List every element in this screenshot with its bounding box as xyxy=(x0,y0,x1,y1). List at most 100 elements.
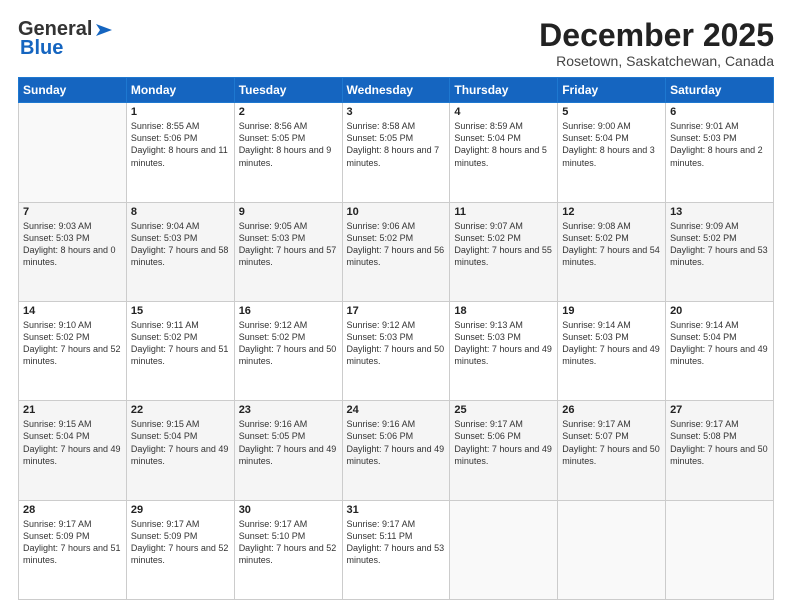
day-number: 6 xyxy=(670,106,769,118)
day-info: Sunrise: 9:05 AMSunset: 5:03 PMDaylight:… xyxy=(239,220,338,269)
day-info: Sunrise: 9:04 AMSunset: 5:03 PMDaylight:… xyxy=(131,220,230,269)
day-info: Sunrise: 9:00 AMSunset: 5:04 PMDaylight:… xyxy=(562,120,661,169)
day-number: 18 xyxy=(454,305,553,317)
day-number: 29 xyxy=(131,504,230,516)
table-row: 11 Sunrise: 9:07 AMSunset: 5:02 PMDayligh… xyxy=(450,202,558,301)
day-number: 2 xyxy=(239,106,338,118)
table-row: 31 Sunrise: 9:17 AMSunset: 5:11 PMDayligh… xyxy=(342,500,450,599)
logo-blue: Blue xyxy=(20,37,63,60)
day-number: 17 xyxy=(347,305,446,317)
col-friday: Friday xyxy=(558,78,666,103)
table-row: 26Sunrise: 9:17 AMSunset: 5:07 PMDayligh… xyxy=(558,401,666,500)
col-sunday: Sunday xyxy=(19,78,127,103)
table-row: 10 Sunrise: 9:06 AMSunset: 5:02 PMDayligh… xyxy=(342,202,450,301)
table-row: 6 Sunrise: 9:01 AMSunset: 5:03 PMDaylight… xyxy=(666,103,774,202)
day-info: Sunrise: 9:09 AMSunset: 5:02 PMDaylight:… xyxy=(670,220,769,269)
logo: General Blue xyxy=(18,18,116,60)
logo-arrow-icon xyxy=(92,20,116,40)
day-info: Sunrise: 9:10 AMSunset: 5:02 PMDaylight:… xyxy=(23,319,122,368)
day-number: 16 xyxy=(239,305,338,317)
day-number: 15 xyxy=(131,305,230,317)
day-number: 11 xyxy=(454,206,553,218)
table-row: 18 Sunrise: 9:13 AMSunset: 5:03 PMDayligh… xyxy=(450,301,558,400)
day-info: Sunrise: 9:14 AMSunset: 5:04 PMDaylight:… xyxy=(670,319,769,368)
table-row: 9 Sunrise: 9:05 AMSunset: 5:03 PMDaylight… xyxy=(234,202,342,301)
day-info: Sunrise: 9:17 AMSunset: 5:09 PMDaylight:… xyxy=(23,518,122,567)
day-info: Sunrise: 9:16 AMSunset: 5:06 PMDaylight:… xyxy=(347,418,446,467)
table-row: 17 Sunrise: 9:12 AMSunset: 5:03 PMDayligh… xyxy=(342,301,450,400)
table-row: 1Sunrise: 8:55 AMSunset: 5:06 PMDaylight… xyxy=(126,103,234,202)
day-number: 12 xyxy=(562,206,661,218)
month-title: December 2025 xyxy=(539,18,774,53)
table-row: 22 Sunrise: 9:15 AMSunset: 5:04 PMDayligh… xyxy=(126,401,234,500)
table-row: 5 Sunrise: 9:00 AMSunset: 5:04 PMDaylight… xyxy=(558,103,666,202)
location-subtitle: Rosetown, Saskatchewan, Canada xyxy=(539,53,774,69)
day-info: Sunrise: 9:15 AMSunset: 5:04 PMDaylight:… xyxy=(131,418,230,467)
day-number: 22 xyxy=(131,404,230,416)
day-info: Sunrise: 8:58 AMSunset: 5:05 PMDaylight:… xyxy=(347,120,446,169)
table-row: 23Sunrise: 9:16 AMSunset: 5:05 PMDayligh… xyxy=(234,401,342,500)
title-block: December 2025 Rosetown, Saskatchewan, Ca… xyxy=(539,18,774,69)
day-info: Sunrise: 9:01 AMSunset: 5:03 PMDaylight:… xyxy=(670,120,769,169)
day-info: Sunrise: 9:14 AMSunset: 5:03 PMDaylight:… xyxy=(562,319,661,368)
day-number: 25 xyxy=(454,404,553,416)
day-number: 14 xyxy=(23,305,122,317)
calendar-table: Sunday Monday Tuesday Wednesday Thursday… xyxy=(18,77,774,600)
day-info: Sunrise: 9:17 AMSunset: 5:08 PMDaylight:… xyxy=(670,418,769,467)
table-row: 19Sunrise: 9:14 AMSunset: 5:03 PMDayligh… xyxy=(558,301,666,400)
table-row: 25 Sunrise: 9:17 AMSunset: 5:06 PMDayligh… xyxy=(450,401,558,500)
day-info: Sunrise: 9:12 AMSunset: 5:02 PMDaylight:… xyxy=(239,319,338,368)
day-info: Sunrise: 9:12 AMSunset: 5:03 PMDaylight:… xyxy=(347,319,446,368)
table-row xyxy=(558,500,666,599)
day-info: Sunrise: 9:07 AMSunset: 5:02 PMDaylight:… xyxy=(454,220,553,269)
table-row: 29 Sunrise: 9:17 AMSunset: 5:09 PMDayligh… xyxy=(126,500,234,599)
day-info: Sunrise: 8:59 AMSunset: 5:04 PMDaylight:… xyxy=(454,120,553,169)
day-info: Sunrise: 9:17 AMSunset: 5:10 PMDaylight:… xyxy=(239,518,338,567)
table-row: 21Sunrise: 9:15 AMSunset: 5:04 PMDayligh… xyxy=(19,401,127,500)
day-info: Sunrise: 9:17 AMSunset: 5:09 PMDaylight:… xyxy=(131,518,230,567)
day-info: Sunrise: 9:03 AMSunset: 5:03 PMDaylight:… xyxy=(23,220,122,269)
table-row: 30Sunrise: 9:17 AMSunset: 5:10 PMDayligh… xyxy=(234,500,342,599)
day-number: 5 xyxy=(562,106,661,118)
day-number: 28 xyxy=(23,504,122,516)
col-monday: Monday xyxy=(126,78,234,103)
day-info: Sunrise: 9:11 AMSunset: 5:02 PMDaylight:… xyxy=(131,319,230,368)
col-tuesday: Tuesday xyxy=(234,78,342,103)
day-number: 9 xyxy=(239,206,338,218)
day-number: 21 xyxy=(23,404,122,416)
table-row: 16 Sunrise: 9:12 AMSunset: 5:02 PMDayligh… xyxy=(234,301,342,400)
table-row: 12 Sunrise: 9:08 AMSunset: 5:02 PMDayligh… xyxy=(558,202,666,301)
table-row: 4Sunrise: 8:59 AMSunset: 5:04 PMDaylight… xyxy=(450,103,558,202)
table-row xyxy=(19,103,127,202)
day-info: Sunrise: 9:17 AMSunset: 5:07 PMDaylight:… xyxy=(562,418,661,467)
day-info: Sunrise: 9:08 AMSunset: 5:02 PMDaylight:… xyxy=(562,220,661,269)
day-info: Sunrise: 9:13 AMSunset: 5:03 PMDaylight:… xyxy=(454,319,553,368)
table-row: 28 Sunrise: 9:17 AMSunset: 5:09 PMDayligh… xyxy=(19,500,127,599)
day-number: 8 xyxy=(131,206,230,218)
calendar-header-row: Sunday Monday Tuesday Wednesday Thursday… xyxy=(19,78,774,103)
table-row xyxy=(450,500,558,599)
col-saturday: Saturday xyxy=(666,78,774,103)
day-number: 13 xyxy=(670,206,769,218)
col-wednesday: Wednesday xyxy=(342,78,450,103)
day-number: 24 xyxy=(347,404,446,416)
table-row: 13 Sunrise: 9:09 AMSunset: 5:02 PMDayligh… xyxy=(666,202,774,301)
table-row: 7Sunrise: 9:03 AMSunset: 5:03 PMDaylight… xyxy=(19,202,127,301)
day-number: 20 xyxy=(670,305,769,317)
table-row: 14 Sunrise: 9:10 AMSunset: 5:02 PMDayligh… xyxy=(19,301,127,400)
table-row: 27 Sunrise: 9:17 AMSunset: 5:08 PMDayligh… xyxy=(666,401,774,500)
day-number: 10 xyxy=(347,206,446,218)
day-number: 27 xyxy=(670,404,769,416)
day-info: Sunrise: 9:17 AMSunset: 5:06 PMDaylight:… xyxy=(454,418,553,467)
table-row: 15 Sunrise: 9:11 AMSunset: 5:02 PMDayligh… xyxy=(126,301,234,400)
table-row xyxy=(666,500,774,599)
day-number: 3 xyxy=(347,106,446,118)
day-number: 31 xyxy=(347,504,446,516)
day-info: Sunrise: 9:17 AMSunset: 5:11 PMDaylight:… xyxy=(347,518,446,567)
table-row: 20 Sunrise: 9:14 AMSunset: 5:04 PMDayligh… xyxy=(666,301,774,400)
table-row: 2Sunrise: 8:56 AMSunset: 5:05 PMDaylight… xyxy=(234,103,342,202)
header: General Blue December 2025 Rosetown, Sas… xyxy=(18,18,774,69)
table-row: 8 Sunrise: 9:04 AMSunset: 5:03 PMDaylight… xyxy=(126,202,234,301)
day-info: Sunrise: 9:06 AMSunset: 5:02 PMDaylight:… xyxy=(347,220,446,269)
day-number: 23 xyxy=(239,404,338,416)
